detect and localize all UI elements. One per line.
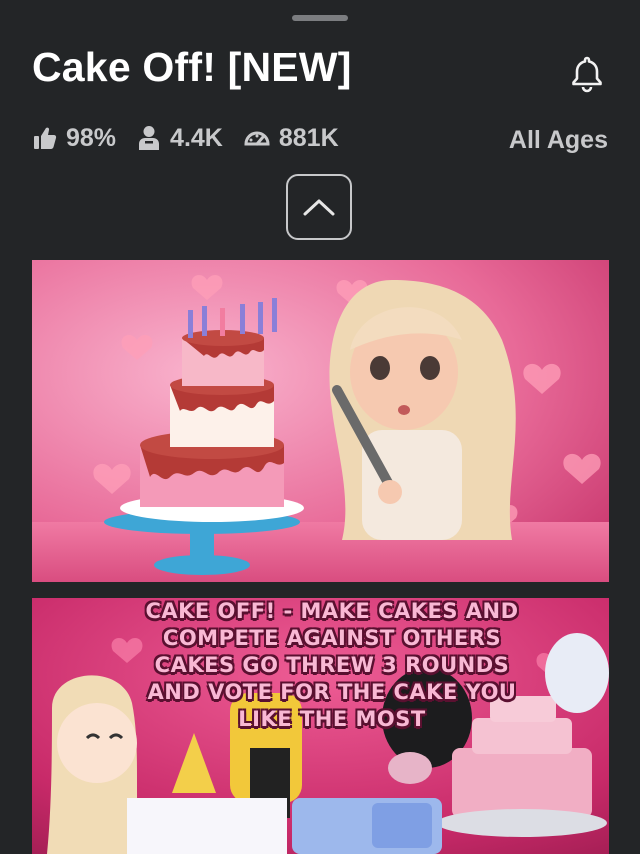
players-stat: 4.4K	[136, 124, 223, 153]
chevron-up-icon	[303, 199, 335, 216]
thumbnail-caption: CAKE OFF! - MAKE CAKES AND COMPETE AGAIN…	[145, 599, 519, 731]
visits-stat: 881K	[243, 124, 339, 153]
speedometer-icon	[244, 131, 270, 146]
bell-icon	[572, 56, 602, 93]
like-ratio-stat: 98%	[32, 124, 116, 153]
notification-button[interactable]	[566, 52, 608, 94]
age-rating: All Ages	[508, 126, 608, 154]
thumbs-up-icon	[34, 127, 57, 149]
game-stats-row: 98% 4.4K 881K All Ages	[32, 120, 608, 156]
like-ratio-value: 98%	[66, 123, 117, 152]
thumbnail-cake-avatar-image	[32, 260, 609, 582]
collapse-button[interactable]	[286, 174, 352, 240]
sheet-grabber[interactable]	[292, 15, 348, 21]
game-thumbnail-1[interactable]	[32, 260, 609, 582]
game-thumbnail-2[interactable]: CAKE OFF! - MAKE CAKES AND COMPETE AGAIN…	[32, 598, 609, 854]
person-icon	[139, 126, 160, 150]
game-title: Cake Off! [NEW]	[32, 44, 352, 90]
players-value: 4.4K	[170, 123, 223, 152]
visits-value: 881K	[278, 123, 339, 152]
